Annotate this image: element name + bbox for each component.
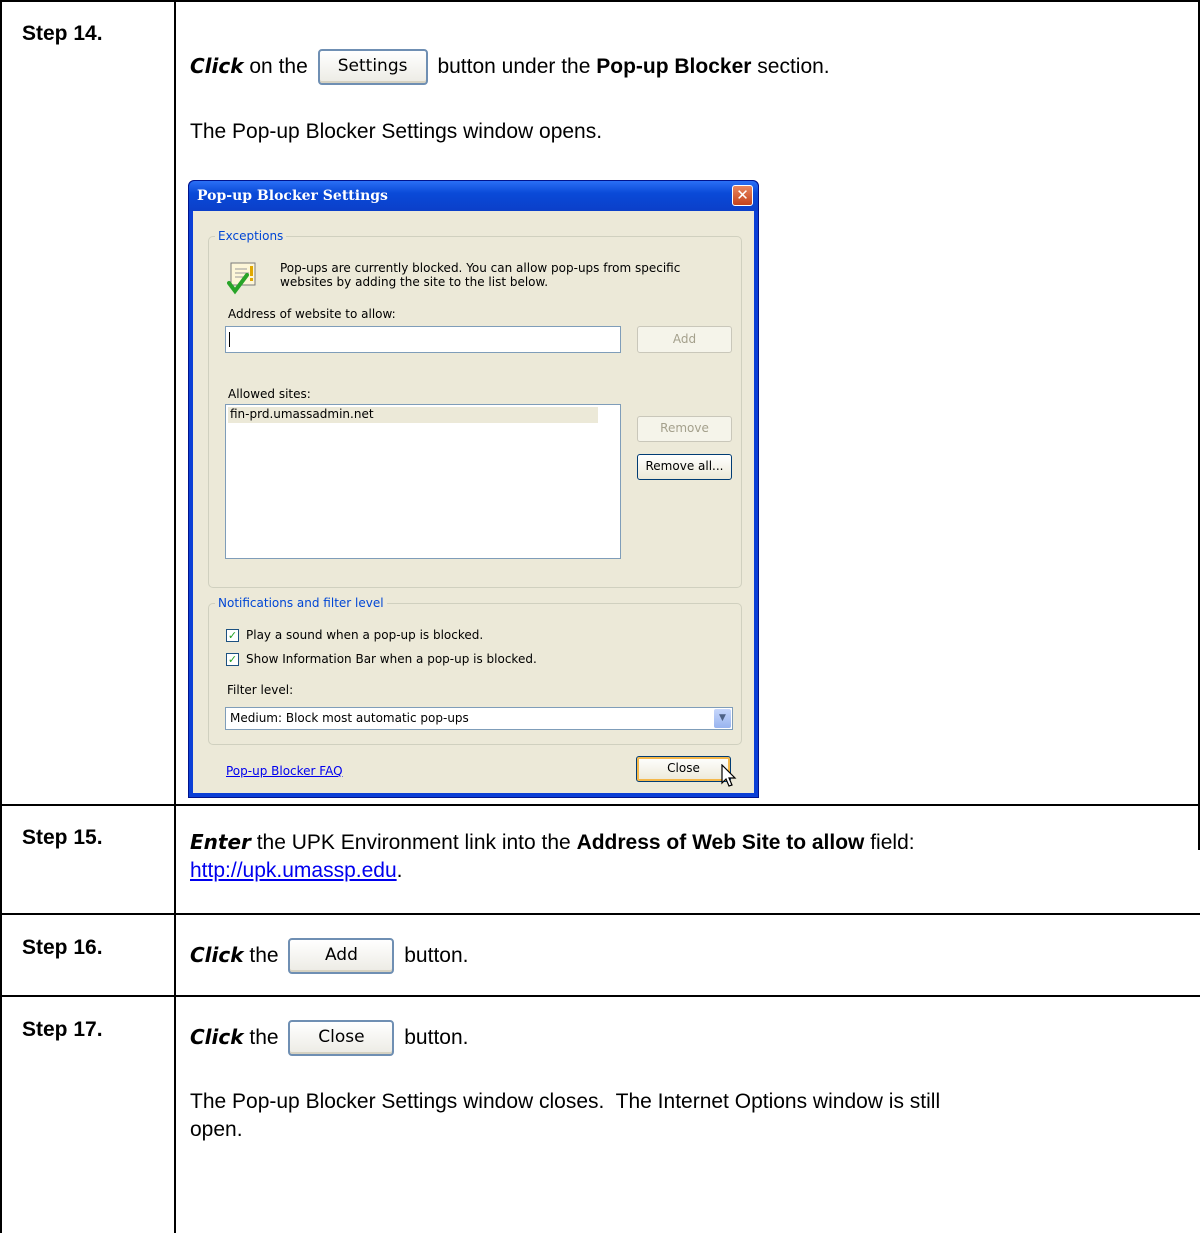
keyword-enter: Enter [190,830,251,854]
result-line: The Pop-up Blocker Settings window close… [190,1090,941,1113]
close-button-image: Close [288,1020,395,1057]
exceptions-description: Pop-ups are currently blocked. You can a… [280,261,680,289]
step-label: Step 15. [22,826,103,849]
description-line: websites by adding the site to the list … [280,275,549,289]
table-top-border [0,0,1200,2]
filter-level-value: Medium: Block most automatic pop-ups [230,711,469,725]
step17-result: The Pop-up Blocker Settings window close… [190,1088,1180,1144]
close-icon[interactable]: ✕ [732,185,753,206]
table-left-border [0,0,2,1233]
instruction-text: on the [243,55,314,78]
table-column-divider [174,0,176,1233]
address-input[interactable] [225,326,621,353]
step16-instruction: Click the Add button. [190,930,468,981]
allowed-sites-list[interactable]: fin-prd.umassadmin.net [225,404,621,559]
remove-button[interactable]: Remove [637,416,732,442]
step14-result: The Pop-up Blocker Settings window opens… [190,120,603,143]
show-infobar-label: Show Information Bar when a pop-up is bl… [246,652,537,666]
add-button[interactable]: Add [637,326,732,353]
instruction-text: section. [751,55,830,78]
notifications-legend: Notifications and filter level [215,596,387,610]
instruction-text: button. [398,1026,469,1049]
dialog-body: Exceptions Pop-ups are currently blocked… [193,211,754,793]
address-label: Address of website to allow: [228,307,396,321]
field-name: Address of Web Site to allow [576,831,865,854]
faq-link[interactable]: Pop-up Blocker FAQ [226,764,343,778]
chevron-down-icon[interactable]: ▼ [714,709,731,728]
instruction-text: the [243,1026,285,1049]
play-sound-checkbox[interactable]: ✓ [226,629,239,642]
section-name: Pop-up Blocker [596,55,752,78]
play-sound-label: Play a sound when a pop-up is blocked. [246,628,484,642]
close-button[interactable]: Close [636,756,731,782]
instruction-text: field: [864,831,915,854]
dialog-title-bar: Pop-up Blocker Settings ✕ [189,181,758,211]
instruction-text: button. [398,944,469,967]
text-caret [229,332,230,347]
instruction-text: button under the [431,55,597,78]
filter-level-label: Filter level: [227,683,294,697]
dialog-title: Pop-up Blocker Settings [197,188,388,204]
filter-level-select[interactable]: Medium: Block most automatic pop-ups ▼ [225,707,733,730]
row-divider [0,995,1200,997]
keyword-click: Click [190,943,244,967]
step-label: Step 16. [22,936,103,959]
step17-instruction: Click the Close button. [190,1012,468,1063]
instruction-text: the UPK Environment link into the [250,831,577,854]
upk-environment-link[interactable]: http://upk.umassp.edu [190,859,397,882]
remove-all-button[interactable]: Remove all... [637,454,732,480]
popup-blocker-settings-dialog: Pop-up Blocker Settings ✕ Exceptions Pop… [188,180,759,798]
shield-check-icon [227,261,261,295]
row-divider [0,913,1200,915]
add-button-image: Add [288,938,395,975]
allowed-sites-label: Allowed sites: [228,387,311,401]
show-infobar-checkbox[interactable]: ✓ [226,653,239,666]
result-line: open. [190,1118,243,1141]
settings-button-image: Settings [317,49,428,86]
step-label: Step 17. [22,1018,103,1041]
description-line: Pop-ups are currently blocked. You can a… [280,261,681,275]
list-item[interactable]: fin-prd.umassadmin.net [228,407,598,423]
step15-instruction: Enter the UPK Environment link into the … [190,828,1180,885]
instruction-document: Step 14. Step 15. Step 16. Step 17. Clic… [0,0,1200,1233]
instruction-text: the [243,944,285,967]
exceptions-legend: Exceptions [215,229,287,243]
mouse-pointer-icon [721,763,737,791]
keyword-click: Click [190,54,244,78]
instruction-text: . [396,859,403,882]
step-label: Step 14. [22,22,103,45]
row-divider [0,804,1200,806]
step14-instruction: Click on the Settings button under the P… [190,46,830,87]
keyword-click: Click [190,1025,244,1049]
